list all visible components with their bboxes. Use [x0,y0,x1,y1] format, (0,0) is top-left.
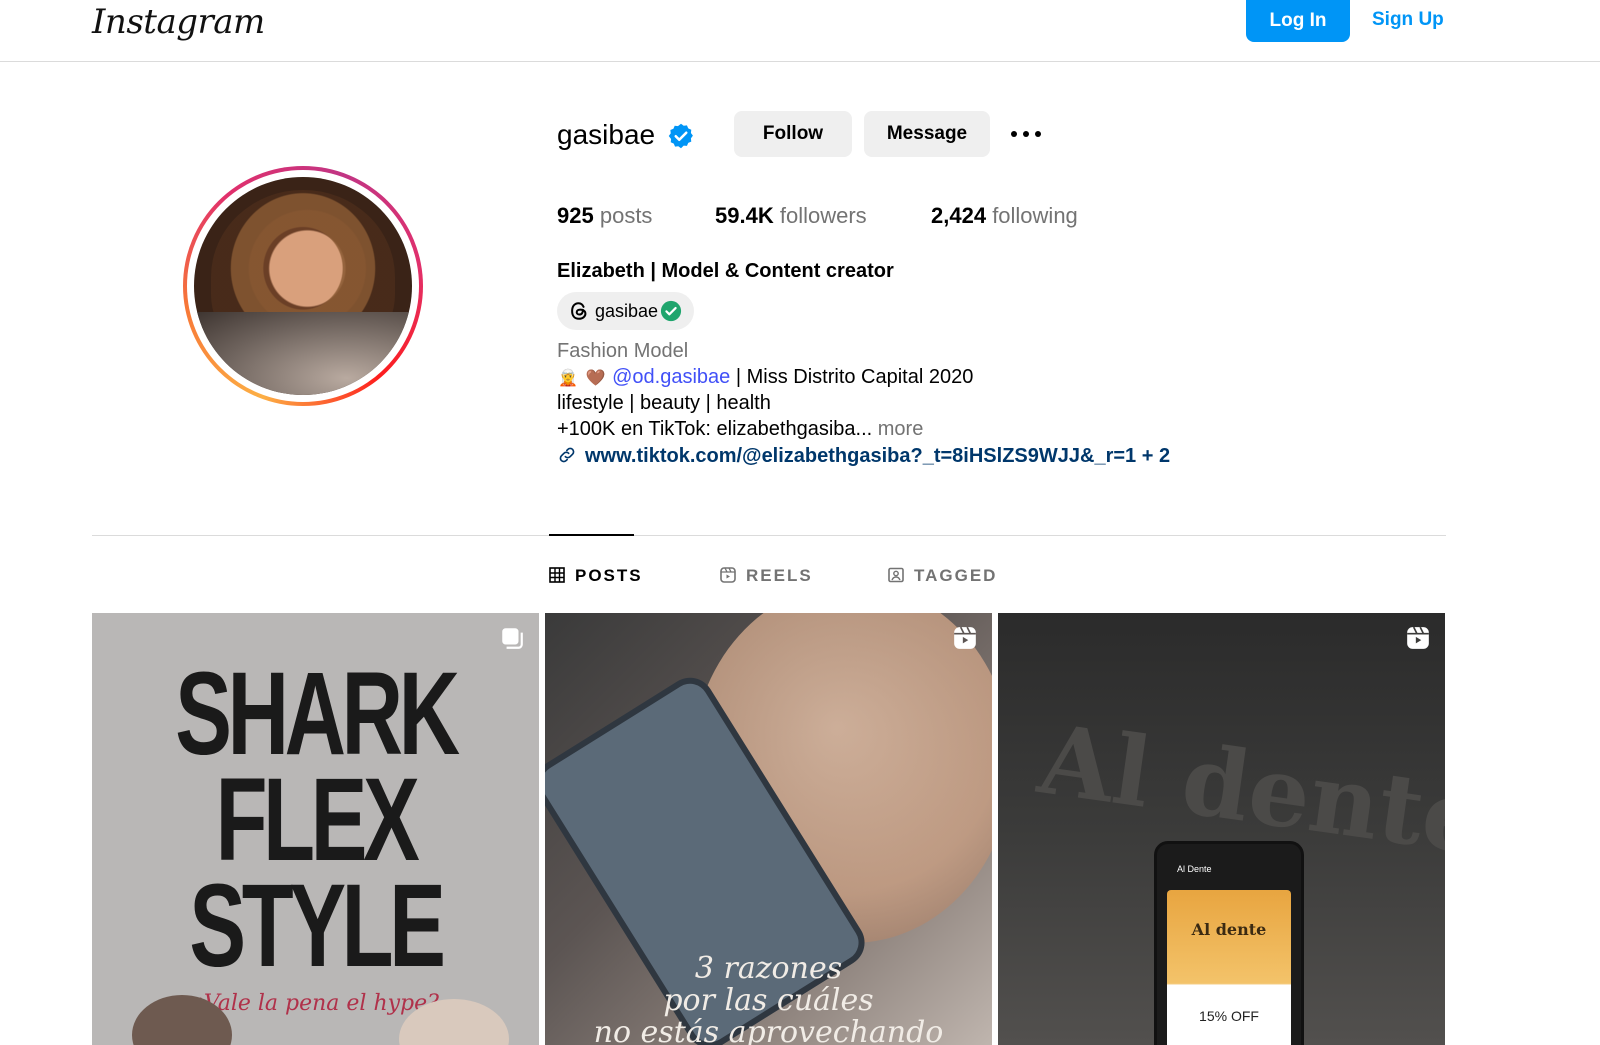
avatar-frame [187,170,419,402]
following-label: following [992,203,1078,228]
tab-posts[interactable]: POSTS [549,562,643,590]
more-options-icon[interactable] [1008,124,1048,144]
brown-heart-emoji: 🤎 [585,370,606,387]
followers-count: 59.4K [715,203,774,228]
website-link[interactable]: www.tiktok.com/@elizabethgasiba?_t=8iHSl… [557,443,1170,469]
posts-stat: 925 posts [557,201,652,231]
post-caption-text: 3 razones por las cuáles no estás aprove… [593,951,944,1045]
profile-category: Fashion Model [557,340,689,362]
follow-button[interactable]: Follow [734,111,852,157]
message-button[interactable]: Message [864,111,990,157]
bio-line-3: +100K en TikTok: elizabethgasiba... more [557,416,923,442]
phone-screen-title: Al dente [1191,920,1267,939]
tabs-divider [92,535,1446,536]
website-link-text: www.tiktok.com/@elizabethgasiba?_t=8iHSl… [585,445,1171,467]
grid-icon [549,567,565,583]
bio-line-1-text: | Miss Distrito Capital 2020 [730,366,974,388]
bio-line-1: 🧝 🤎 @od.gasibae | Miss Distrito Capital … [557,364,973,392]
bio-more-link[interactable]: more [872,418,924,440]
following-count: 2,424 [931,203,987,228]
top-navbar: Instagram Log In Sign Up [0,0,1600,62]
bio-line-2: lifestyle | beauty | health [557,392,771,414]
reels-icon [720,567,736,583]
elf-emoji: 🧝 [558,370,578,387]
mention-link[interactable]: @od.gasibae [612,366,730,388]
active-tab-indicator [549,534,634,536]
post-phone-photo: Al Dente Al dente 15% OFF [1154,841,1304,1045]
post-tile[interactable]: SHARK FLEX STYLE ¿Vale la pena el hype? [92,613,539,1045]
avatar-fur [194,312,412,395]
check-circle-icon [660,300,682,322]
post-tile[interactable]: Al dente Al Dente Al dente 15% OFF [998,613,1445,1045]
tagged-icon [888,567,904,583]
bio-line-3-text: +100K en TikTok: elizabethgasiba... [557,418,873,440]
tab-tagged[interactable]: TAGGED [888,562,997,590]
phone-screen: Al dente 15% OFF [1167,890,1291,1045]
reel-icon [1407,626,1429,649]
phone-screen-header: Al Dente [1177,864,1212,874]
tab-reels-label: REELS [746,566,813,585]
instagram-logo[interactable]: Instagram [92,0,265,44]
phone-screen-offer: 15% OFF [1199,1008,1259,1024]
post-title-text: SHARK FLEX STYLE [175,648,460,992]
login-button[interactable]: Log In [1246,0,1350,42]
posts-label: posts [599,203,653,228]
following-stat[interactable]: 2,424 following [931,201,1078,231]
link-icon [559,447,575,463]
post-tile[interactable]: 3 razones por las cuáles no estás aprove… [545,613,992,1045]
followers-stat[interactable]: 59.4K followers [715,201,867,231]
posts-count: 925 [557,203,594,228]
profile-avatar[interactable] [183,166,423,406]
tab-posts-label: POSTS [575,566,643,585]
followers-label: followers [779,203,867,228]
avatar-photo [194,177,412,395]
threads-icon [571,302,587,320]
tab-tagged-label: TAGGED [914,566,998,585]
profile-full-name: Elizabeth | Model & Content creator [557,260,894,282]
profile-username: gasibae [557,119,656,150]
threads-handle: gasibae [595,301,659,321]
threads-badge[interactable]: gasibae [557,292,694,330]
reel-icon [954,626,976,649]
tab-reels[interactable]: REELS [720,562,813,590]
carousel-icon [502,628,523,649]
signup-link[interactable]: Sign Up [1372,0,1444,42]
verified-badge-icon [668,123,693,149]
